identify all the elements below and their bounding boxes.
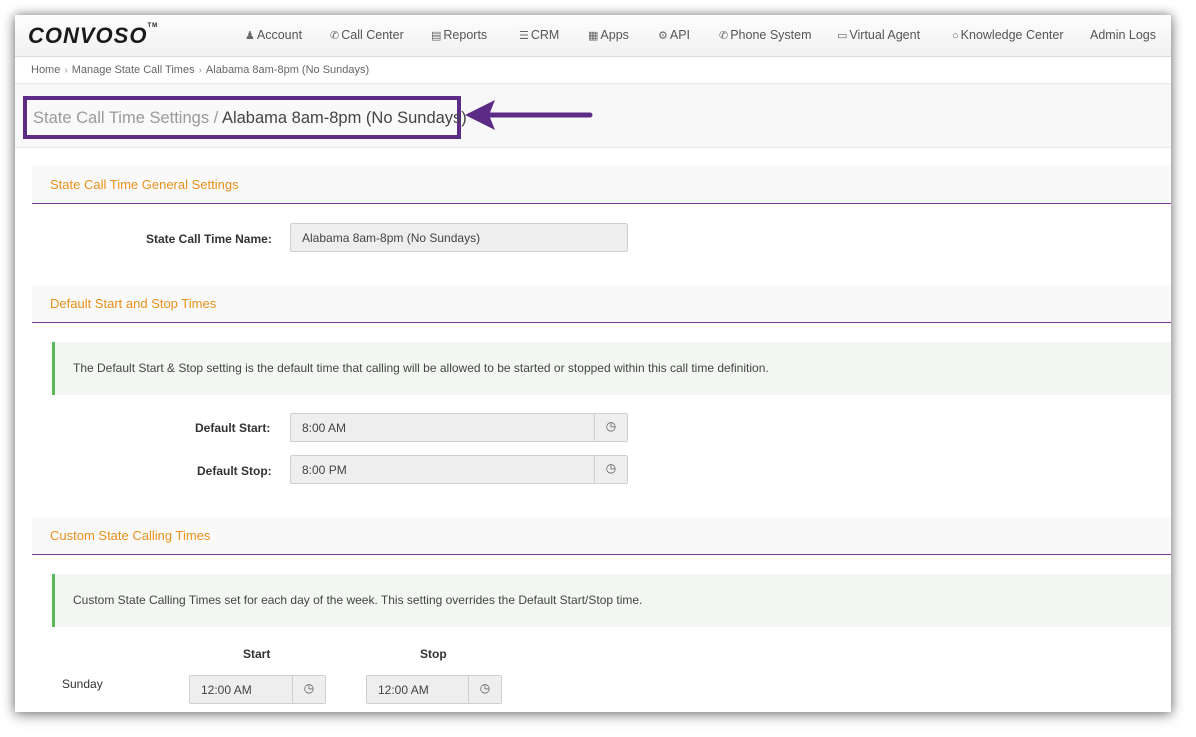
clock-icon[interactable]: ◷ xyxy=(292,676,325,703)
gear-icon: ⚙ xyxy=(658,30,668,42)
nav-account[interactable]: ♟ Account xyxy=(245,28,302,42)
sunday-start-value[interactable]: 12:00 AM xyxy=(201,683,252,697)
default-stop-picker[interactable]: 8:00 PM ◷ xyxy=(290,455,628,484)
nav-admin-logs[interactable]: Admin Logs xyxy=(1090,28,1156,42)
nav-knowledge-center[interactable]: ○ Knowledge Center xyxy=(952,28,1064,42)
default-start-label: Default Start: xyxy=(195,421,271,435)
bar-chart-icon: ▤ xyxy=(431,30,442,42)
nav-crm[interactable]: ☰ CRM xyxy=(519,28,559,42)
convoso-logo[interactable]: CONVOSOTM xyxy=(28,23,158,49)
list-icon: ☰ xyxy=(519,30,529,42)
sunday-stop-picker[interactable]: 12:00 AM ◷ xyxy=(366,675,502,704)
custom-info-alert: Custom State Calling Times set for each … xyxy=(52,574,1171,627)
nav-api[interactable]: ⚙ API xyxy=(658,28,690,42)
start-column-header: Start xyxy=(243,647,271,661)
call-time-name-input[interactable]: Alabama 8am-8pm (No Sundays) xyxy=(290,223,628,252)
lightbulb-icon: ○ xyxy=(952,30,959,42)
chevron-right-icon: › xyxy=(64,65,68,76)
page-title: State Call Time Settings / Alabama 8am-8… xyxy=(33,109,467,127)
nav-call-center[interactable]: ✆ Call Center xyxy=(330,28,404,42)
sunday-stop-value[interactable]: 12:00 AM xyxy=(378,683,429,697)
grid-icon: ▦ xyxy=(588,30,599,42)
call-time-name-label: State Call Time Name: xyxy=(146,232,272,246)
phone-icon: ✆ xyxy=(330,30,340,42)
sunday-start-picker[interactable]: 12:00 AM ◷ xyxy=(189,675,326,704)
title-highlight-box: State Call Time Settings / Alabama 8am-8… xyxy=(23,96,467,139)
clock-icon[interactable]: ◷ xyxy=(468,676,501,703)
default-start-value[interactable]: 8:00 AM xyxy=(302,421,346,435)
clock-icon[interactable]: ◷ xyxy=(594,414,627,441)
app-window: CONVOSOTM ♟ Account ✆ Call Center ▤ Reports… xyxy=(15,15,1171,712)
nav-apps[interactable]: ▦ Apps xyxy=(588,28,629,42)
section-custom-heading: Custom State Calling Times xyxy=(32,517,1171,555)
clock-icon[interactable]: ◷ xyxy=(594,456,627,483)
nav-virtual-agent[interactable]: ▭ Virtual Agent xyxy=(837,28,920,42)
user-icon: ♟ xyxy=(245,30,255,42)
page-header: State Call Time Settings / Alabama 8am-8… xyxy=(15,84,1171,148)
default-start-picker[interactable]: 8:00 AM ◷ xyxy=(290,413,628,442)
breadcrumb: Home › Manage State Call Times › Alabama 8am… xyxy=(15,57,1171,84)
breadcrumb-manage-state-call-times[interactable]: Manage State Call Times xyxy=(72,64,195,76)
default-stop-label: Default Stop: xyxy=(197,464,272,478)
annotation-arrow-icon xyxy=(465,100,593,130)
section-general-heading: State Call Time General Settings xyxy=(32,166,1171,204)
top-navbar: CONVOSOTM ♟ Account ✆ Call Center ▤ Reports… xyxy=(15,15,1171,57)
breadcrumb-current: Alabama 8am-8pm (No Sundays) xyxy=(205,64,370,76)
nav-reports[interactable]: ▤ Reports xyxy=(431,28,487,42)
breadcrumb-home[interactable]: Home xyxy=(31,64,60,76)
chevron-right-icon: › xyxy=(198,65,202,76)
phone-icon: ✆ xyxy=(719,30,729,42)
section-defaults-heading: Default Start and Stop Times xyxy=(32,285,1171,323)
default-stop-value[interactable]: 8:00 PM xyxy=(302,463,347,477)
defaults-info-alert: The Default Start & Stop setting is the … xyxy=(52,342,1171,395)
nav-phone-system[interactable]: ✆ Phone System xyxy=(719,28,812,42)
stop-column-header: Stop xyxy=(420,647,447,661)
day-label-sunday: Sunday xyxy=(62,677,103,691)
monitor-icon: ▭ xyxy=(837,30,848,42)
